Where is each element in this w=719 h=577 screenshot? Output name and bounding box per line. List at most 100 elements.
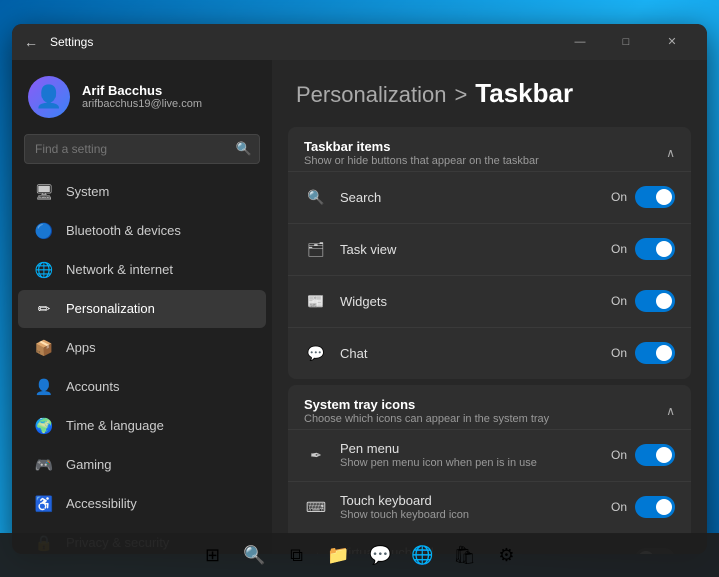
toggle-widgets[interactable] bbox=[635, 290, 675, 312]
user-email: arifbacchus19@live.com bbox=[82, 98, 202, 110]
item-pen-menu: ✒ Pen menu Show pen menu icon when pen i… bbox=[288, 429, 691, 481]
nav-label-apps: Apps bbox=[66, 340, 96, 355]
nav-icon-network: 🌐 bbox=[34, 260, 54, 280]
nav-icon-accessibility: ♿ bbox=[34, 494, 54, 514]
title-bar-title: Settings bbox=[50, 35, 557, 49]
title-bar: ← Settings — □ ✕ bbox=[12, 24, 707, 60]
sidebar-item-bluetooth[interactable]: 🔵 Bluetooth & devices bbox=[18, 212, 266, 250]
item-icon-pen-menu: ✒ bbox=[304, 443, 328, 467]
item-icon-touch-keyboard: ⌨ bbox=[304, 495, 328, 519]
breadcrumb-parent: Personalization bbox=[296, 82, 446, 108]
section-subtitle-taskbar-items: Show or hide buttons that appear on the … bbox=[304, 155, 539, 167]
item-chat: 💬 Chat On bbox=[288, 327, 691, 379]
sidebar-item-accessibility[interactable]: ♿ Accessibility bbox=[18, 485, 266, 523]
item-right-task-view: On bbox=[611, 238, 675, 260]
toggle-chat[interactable] bbox=[635, 342, 675, 364]
toggle-pen-menu[interactable] bbox=[635, 444, 675, 466]
user-profile[interactable]: 👤 Arif Bacchus arifbacchus19@live.com bbox=[12, 60, 272, 130]
taskbar-app-settings[interactable]: ⚙ bbox=[488, 536, 526, 574]
nav-label-bluetooth: Bluetooth & devices bbox=[66, 223, 181, 238]
item-status-search: On bbox=[611, 190, 627, 204]
sidebar-item-gaming[interactable]: 🎮 Gaming bbox=[18, 446, 266, 484]
item-status-touch-keyboard: On bbox=[611, 500, 627, 514]
nav-label-time: Time & language bbox=[66, 418, 164, 433]
item-label-widgets: Widgets bbox=[340, 294, 611, 309]
taskbar-app-task-view[interactable]: ⧉ bbox=[278, 536, 316, 574]
section-header-system-tray: System tray icons Choose which icons can… bbox=[288, 385, 691, 429]
window-content: 👤 Arif Bacchus arifbacchus19@live.com 🔍 … bbox=[12, 60, 707, 554]
item-search: 🔍 Search On bbox=[288, 171, 691, 223]
sidebar: 👤 Arif Bacchus arifbacchus19@live.com 🔍 … bbox=[12, 60, 272, 554]
sidebar-item-accounts[interactable]: 👤 Accounts bbox=[18, 368, 266, 406]
item-status-widgets: On bbox=[611, 294, 627, 308]
item-text-chat: Chat bbox=[340, 346, 611, 361]
breadcrumb-separator: > bbox=[454, 82, 467, 108]
item-text-search: Search bbox=[340, 190, 611, 205]
page-title: Taskbar bbox=[475, 78, 573, 109]
toggle-search[interactable] bbox=[635, 186, 675, 208]
sections-container: Taskbar items Show or hide buttons that … bbox=[272, 127, 707, 554]
item-status-task-view: On bbox=[611, 242, 627, 256]
taskbar-app-files[interactable]: 📁 bbox=[320, 536, 358, 574]
sidebar-item-personalization[interactable]: ✏ Personalization bbox=[18, 290, 266, 328]
user-name: Arif Bacchus bbox=[82, 83, 202, 98]
item-label-pen-menu: Pen menu bbox=[340, 441, 611, 456]
item-text-task-view: Task view bbox=[340, 242, 611, 257]
section-chevron-system-tray[interactable]: ∧ bbox=[666, 404, 675, 418]
item-touch-keyboard: ⌨ Touch keyboard Show touch keyboard ico… bbox=[288, 481, 691, 533]
user-info: Arif Bacchus arifbacchus19@live.com bbox=[82, 83, 202, 110]
item-right-pen-menu: On bbox=[611, 444, 675, 466]
nav-label-network: Network & internet bbox=[66, 262, 173, 277]
nav-label-personalization: Personalization bbox=[66, 301, 155, 316]
taskbar-app-store[interactable]: 🛍 bbox=[446, 536, 484, 574]
item-icon-task-view: 🗂 bbox=[304, 237, 328, 261]
taskbar: ⊞🔍⧉📁💬🌐🛍⚙ bbox=[0, 533, 719, 577]
avatar: 👤 bbox=[28, 76, 70, 118]
sidebar-item-apps[interactable]: 📦 Apps bbox=[18, 329, 266, 367]
sidebar-item-time[interactable]: 🌍 Time & language bbox=[18, 407, 266, 445]
nav-label-gaming: Gaming bbox=[66, 457, 112, 472]
section-chevron-taskbar-items[interactable]: ∧ bbox=[666, 146, 675, 160]
item-right-chat: On bbox=[611, 342, 675, 364]
search-input[interactable] bbox=[24, 134, 260, 164]
toggle-task-view[interactable] bbox=[635, 238, 675, 260]
taskbar-app-start[interactable]: ⊞ bbox=[194, 536, 232, 574]
item-widgets: 📰 Widgets On bbox=[288, 275, 691, 327]
toggle-touch-keyboard[interactable] bbox=[635, 496, 675, 518]
nav-label-accounts: Accounts bbox=[66, 379, 119, 394]
search-box: 🔍 bbox=[24, 134, 260, 164]
item-label-search: Search bbox=[340, 190, 611, 205]
item-status-pen-menu: On bbox=[611, 448, 627, 462]
taskbar-app-teams[interactable]: 💬 bbox=[362, 536, 400, 574]
page-header: Personalization > Taskbar bbox=[272, 60, 707, 121]
item-text-pen-menu: Pen menu Show pen menu icon when pen is … bbox=[340, 441, 611, 469]
taskbar-app-edge[interactable]: 🌐 bbox=[404, 536, 442, 574]
item-icon-search: 🔍 bbox=[304, 185, 328, 209]
sidebar-item-system[interactable]: 🖥 System bbox=[18, 173, 266, 211]
section-header-taskbar-items: Taskbar items Show or hide buttons that … bbox=[288, 127, 691, 171]
close-button[interactable]: ✕ bbox=[649, 24, 695, 60]
section-system-tray: System tray icons Choose which icons can… bbox=[288, 385, 691, 554]
nav-icon-gaming: 🎮 bbox=[34, 455, 54, 475]
section-subtitle-system-tray: Choose which icons can appear in the sys… bbox=[304, 413, 549, 425]
nav-icon-accounts: 👤 bbox=[34, 377, 54, 397]
minimize-button[interactable]: — bbox=[557, 24, 603, 60]
back-button[interactable]: ← bbox=[24, 35, 38, 49]
section-taskbar-items: Taskbar items Show or hide buttons that … bbox=[288, 127, 691, 379]
item-desc-pen-menu: Show pen menu icon when pen is in use bbox=[340, 457, 611, 469]
nav-icon-system: 🖥 bbox=[34, 182, 54, 202]
item-right-widgets: On bbox=[611, 290, 675, 312]
nav-icon-time: 🌍 bbox=[34, 416, 54, 436]
item-label-chat: Chat bbox=[340, 346, 611, 361]
taskbar-app-search[interactable]: 🔍 bbox=[236, 536, 274, 574]
sidebar-item-network[interactable]: 🌐 Network & internet bbox=[18, 251, 266, 289]
taskbar-apps: ⊞🔍⧉📁💬🌐🛍⚙ bbox=[194, 536, 526, 574]
section-title-taskbar-items: Taskbar items bbox=[304, 139, 539, 154]
nav-icon-bluetooth: 🔵 bbox=[34, 221, 54, 241]
item-icon-chat: 💬 bbox=[304, 341, 328, 365]
item-text-touch-keyboard: Touch keyboard Show touch keyboard icon bbox=[340, 493, 611, 521]
nav-icon-personalization: ✏ bbox=[34, 299, 54, 319]
item-right-touch-keyboard: On bbox=[611, 496, 675, 518]
maximize-button[interactable]: □ bbox=[603, 24, 649, 60]
section-title-system-tray: System tray icons bbox=[304, 397, 549, 412]
